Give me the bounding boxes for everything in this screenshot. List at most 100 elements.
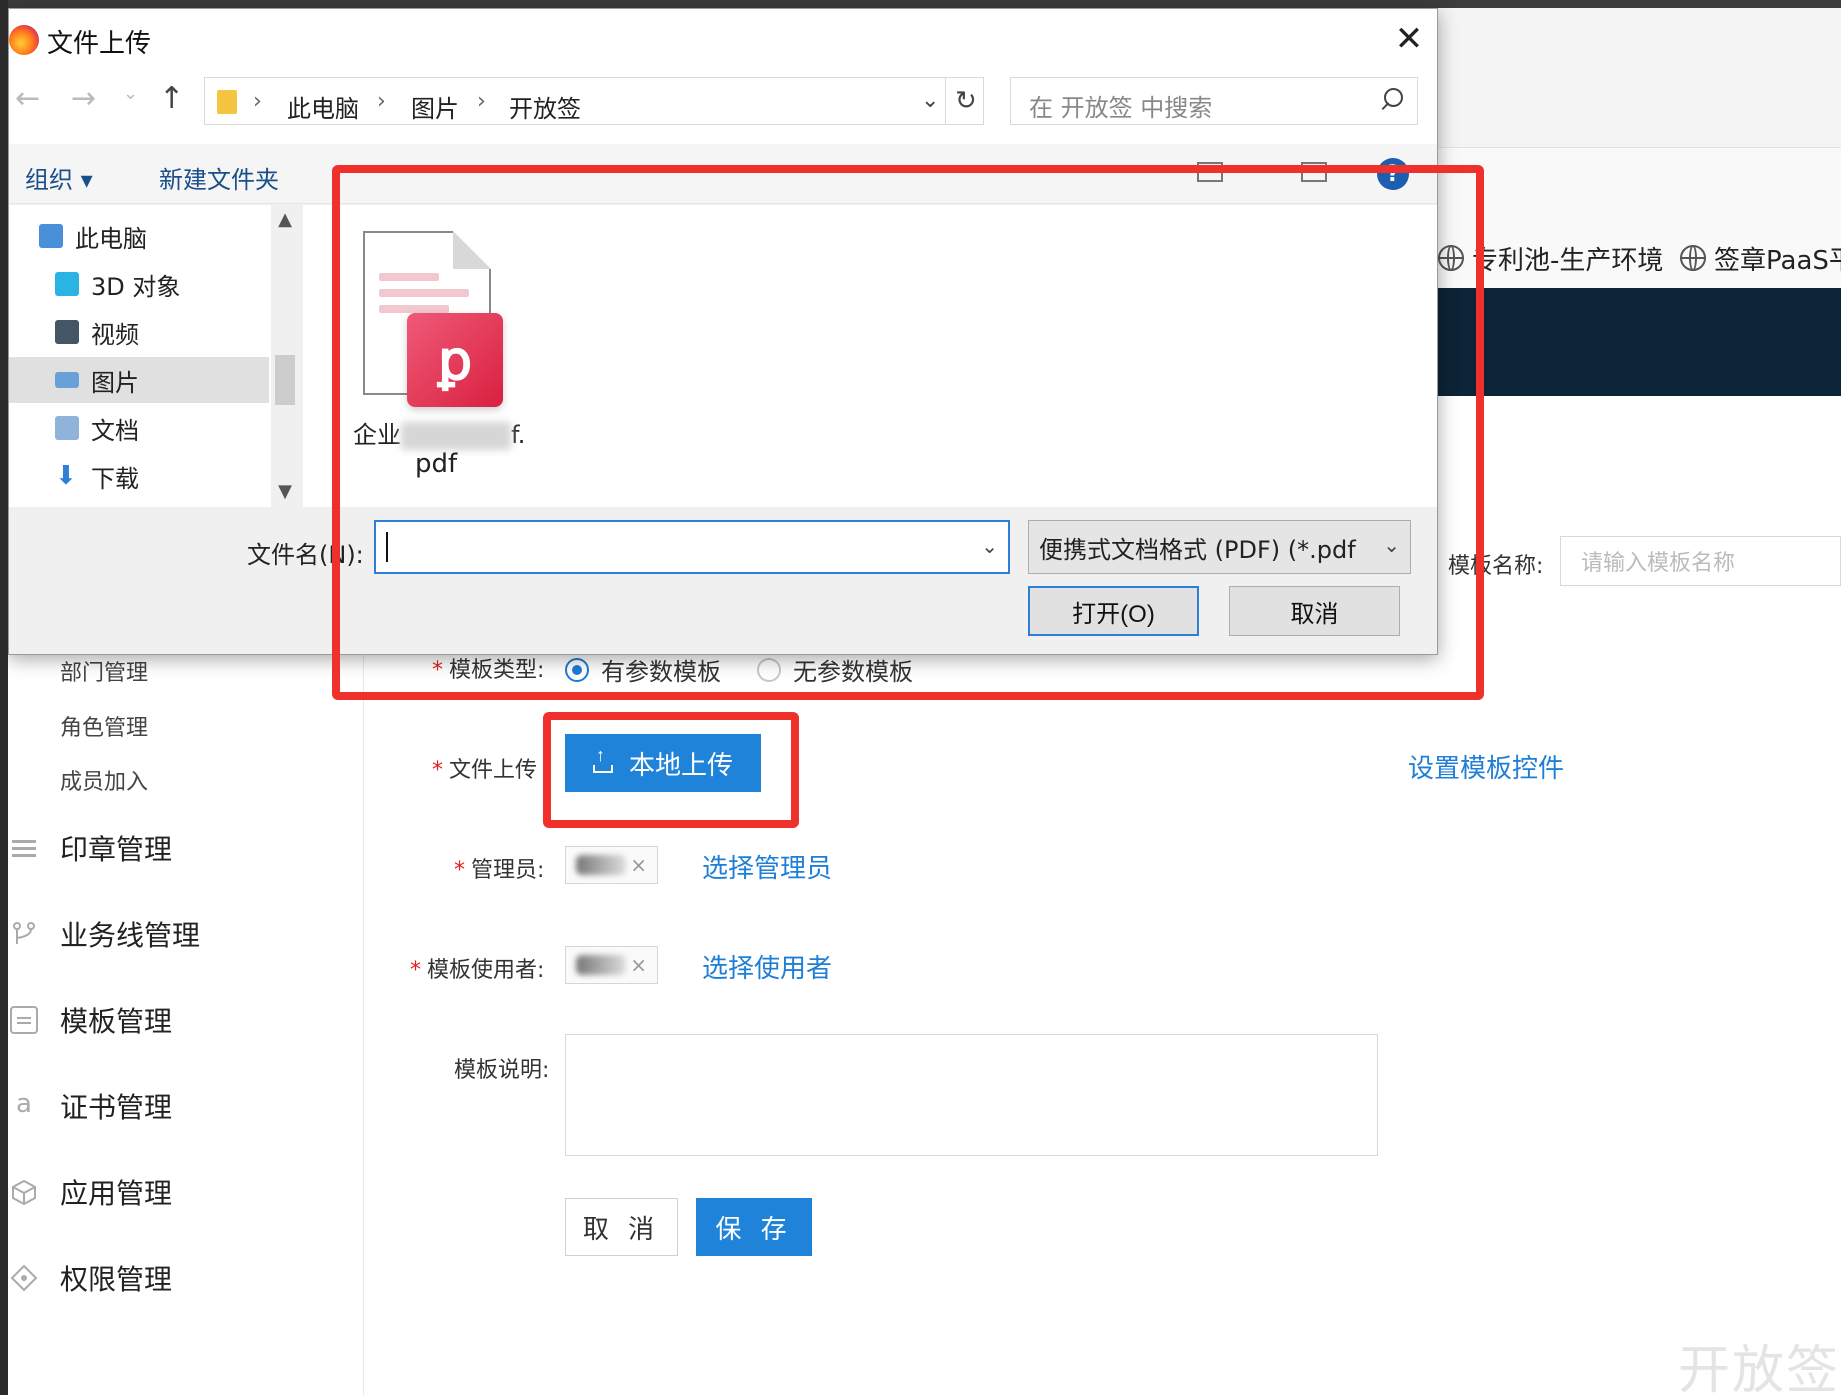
search-box[interactable]: 在 开放签 中搜索	[1010, 77, 1418, 125]
help-icon[interactable]: ?	[1377, 158, 1409, 190]
select-admin-link[interactable]: 选择管理员	[702, 848, 832, 885]
preview-pane-icon[interactable]	[1301, 162, 1327, 182]
forward-arrow-icon[interactable]: →	[71, 81, 96, 116]
chevron-down-icon: ⌄	[1383, 533, 1400, 557]
close-icon[interactable]: ✕	[1389, 19, 1429, 59]
file-upload-label: * 文件上传	[432, 758, 538, 783]
template-description-textarea[interactable]	[565, 1034, 1378, 1156]
admin-tag-text: 孝	[576, 855, 626, 875]
file-list-pane: ꝑ 企业 f. pdf	[303, 205, 1437, 507]
nav-item-downloads[interactable]: ⬇ 下载	[55, 453, 139, 499]
sidebar-item-label: 权限管理	[60, 1263, 173, 1296]
nav-item-label: 此电脑	[75, 224, 147, 253]
template-name-input[interactable]: 请输入模板名称	[1560, 536, 1841, 586]
cube-icon	[10, 1178, 38, 1206]
chevron-down-icon[interactable]: ⌄	[981, 534, 998, 558]
recent-chevron-icon[interactable]: ⌄	[123, 83, 138, 104]
file-name-line2: pdf	[415, 449, 458, 479]
sidebar-item-certificate[interactable]: a 证书管理	[10, 1081, 172, 1131]
scroll-down-icon[interactable]: ▼	[275, 481, 295, 502]
local-upload-button[interactable]: 本地上传	[565, 734, 761, 792]
breadcrumb-kaifangqian[interactable]: 开放签	[509, 89, 581, 124]
view-mode-icon[interactable]	[1197, 162, 1223, 182]
watermark: 开放签	[1678, 1341, 1841, 1395]
template-type-label: * 模板类型:	[432, 658, 545, 683]
admin-label: * 管理员:	[454, 858, 545, 883]
scroll-up-icon[interactable]: ▲	[275, 209, 295, 230]
new-folder-button[interactable]: 新建文件夹	[159, 160, 279, 195]
sidebar-subitem-department[interactable]: 部门管理	[60, 655, 148, 687]
address-bar[interactable]: › 此电脑 › 图片 › 开放签 ⌄ ↻	[204, 77, 984, 125]
globe-icon	[1438, 245, 1464, 271]
nav-item-3d-objects[interactable]: 3D 对象	[55, 261, 180, 307]
remove-tag-icon[interactable]: ×	[630, 953, 647, 977]
sidebar-item-template[interactable]: 模板管理	[10, 995, 172, 1045]
up-arrow-icon[interactable]: ↑	[159, 81, 184, 116]
dialog-title-bar: 文件上传 ✕	[9, 9, 1437, 69]
pictures-icon	[55, 372, 79, 388]
filename-input[interactable]: ⌄	[374, 520, 1010, 574]
nav-item-videos[interactable]: 视频	[55, 309, 139, 355]
browser-toolbar	[1438, 8, 1841, 148]
computer-icon	[39, 224, 63, 248]
refresh-icon[interactable]: ↻	[955, 86, 977, 116]
form-save-button[interactable]: 保 存	[696, 1198, 812, 1256]
template-type-radio-group: 有参数模板 无参数模板	[565, 652, 913, 687]
template-description-label: 模板说明:	[454, 1058, 550, 1083]
file-type-value: 便携式文档格式 (PDF) (*.pdf	[1039, 535, 1356, 564]
remove-tag-icon[interactable]: ×	[630, 853, 647, 877]
nav-item-label: 下载	[91, 464, 139, 493]
open-button[interactable]: 打开(O)	[1028, 586, 1199, 636]
breadcrumb-pictures[interactable]: 图片	[411, 89, 459, 124]
radio-no-param-template-label: 无参数模板	[793, 658, 913, 686]
sidebar-item-application[interactable]: 应用管理	[10, 1167, 172, 1217]
sidebar-item-seal[interactable]: 印章管理	[10, 823, 172, 873]
sidebar-subitem-member-join[interactable]: 成员加入	[60, 764, 148, 796]
cube-3d-icon	[55, 272, 79, 296]
folder-icon	[217, 90, 237, 114]
certificate-icon: a	[16, 1089, 32, 1119]
template-name-placeholder: 请输入模板名称	[1581, 551, 1736, 576]
breadcrumb-this-pc[interactable]: 此电脑	[287, 89, 359, 124]
file-upload-dialog: 文件上传 ✕ ← → ⌄ ↑ › 此电脑 › 图片 › 开放签 ⌄ ↻ 在 开放…	[8, 8, 1438, 655]
search-icon	[1381, 88, 1403, 110]
admin-tag: 孝 ×	[565, 846, 658, 884]
set-template-controls-link[interactable]: 设置模板控件	[1408, 748, 1564, 785]
nav-item-documents[interactable]: 文档	[55, 405, 139, 451]
sidebar-item-business-line[interactable]: 业务线管理	[10, 909, 200, 959]
radio-param-template[interactable]	[565, 657, 589, 682]
template-user-tag-text: 李	[576, 955, 626, 975]
address-dropdown-icon[interactable]: ⌄	[921, 88, 939, 113]
scroll-thumb[interactable]	[275, 355, 295, 405]
diamond-icon	[10, 1264, 38, 1292]
form-cancel-button[interactable]: 取 消	[565, 1198, 678, 1256]
sidebar-item-label: 业务线管理	[60, 919, 201, 952]
file-item-pdf[interactable]: ꝑ 企业 f. pdf	[303, 205, 525, 495]
radio-no-param-template[interactable]	[757, 657, 781, 682]
nav-pane-scrollbar[interactable]: ▲ ▼	[271, 205, 299, 507]
dialog-cancel-button[interactable]: 取消	[1229, 586, 1400, 636]
bookmark-label: 签章PaaS平	[1714, 245, 1841, 276]
bookmark-paas[interactable]: 签章PaaS平	[1680, 238, 1841, 278]
nav-item-pictures[interactable]: 图片	[9, 357, 269, 403]
nav-item-this-pc[interactable]: 此电脑	[39, 213, 147, 259]
back-arrow-icon[interactable]: ←	[15, 81, 40, 116]
app-header-bar	[1438, 288, 1841, 396]
sidebar-item-permission[interactable]: 权限管理	[10, 1253, 172, 1303]
sidebar-item-label: 应用管理	[60, 1177, 173, 1210]
upload-icon	[592, 745, 613, 773]
nav-item-label: 视频	[91, 320, 139, 349]
organize-menu[interactable]: 组织 ▾	[25, 160, 93, 195]
branch-icon	[10, 920, 38, 948]
sidebar-item-label: 印章管理	[60, 833, 173, 866]
search-placeholder: 在 开放签 中搜索	[1029, 94, 1213, 122]
pdf-icon: ꝑ	[407, 313, 503, 407]
dialog-title: 文件上传	[47, 29, 152, 59]
file-type-select[interactable]: 便携式文档格式 (PDF) (*.pdf ⌄	[1028, 520, 1411, 574]
left-edge	[0, 0, 8, 1395]
bookmark-patent-pool[interactable]: 专利池-生产环境	[1438, 238, 1663, 278]
sidebar-item-label: 证书管理	[60, 1091, 173, 1124]
select-user-link[interactable]: 选择使用者	[702, 948, 832, 985]
bookmark-label: 专利池-生产环境	[1472, 245, 1664, 276]
sidebar-subitem-roles[interactable]: 角色管理	[60, 710, 148, 742]
